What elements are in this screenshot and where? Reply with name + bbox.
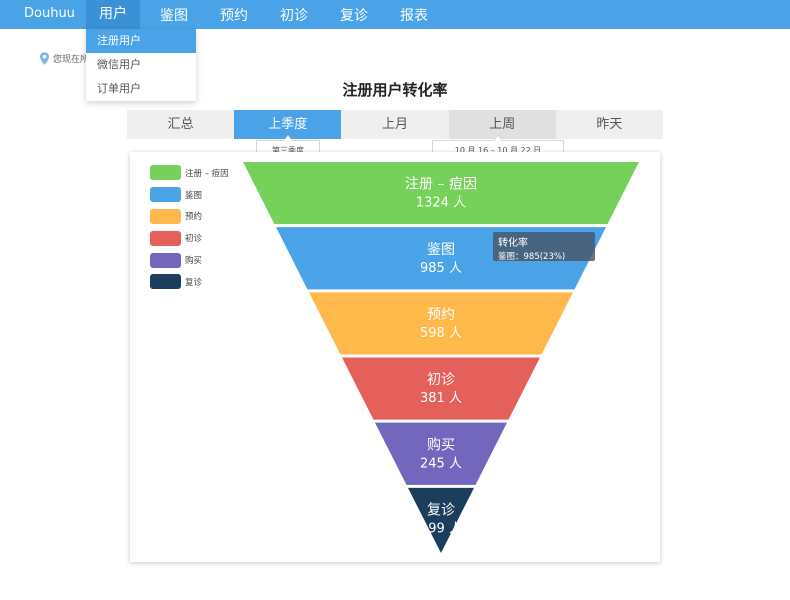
funnel-stage-value: 1324 人	[416, 196, 466, 211]
funnel-stage-value: 199 人	[420, 521, 462, 536]
funnel-stage-value: 598 人	[420, 326, 462, 341]
funnel-stage-name: 注册 – 痘因	[405, 177, 477, 193]
funnel-stage-value: 245 人	[420, 456, 462, 471]
conversion-tooltip: 转化率 鉴图：985(23%)	[493, 232, 595, 262]
funnel-stage-name: 复诊	[427, 501, 455, 518]
funnel-segment[interactable]	[309, 292, 573, 355]
funnel-segment[interactable]	[408, 487, 474, 553]
funnel-stage-name: 鉴图	[427, 242, 455, 258]
funnel-segment[interactable]	[243, 162, 639, 225]
funnel-stage-name: 预约	[427, 307, 455, 323]
funnel-stage-name: 购买	[427, 437, 455, 453]
funnel-chart: 注册 – 痘因 1324 人鉴图 985 人预约 598 人初诊 381 人购买 245 …	[243, 162, 639, 553]
tooltip-body: 鉴图：985(23%)	[498, 252, 566, 262]
funnel-stage-name: 初诊	[427, 371, 455, 388]
funnel-stage-value: 985 人	[420, 261, 462, 276]
funnel-segment[interactable]	[375, 422, 507, 485]
funnel-stage-value: 381 人	[420, 391, 462, 406]
funnel-segment[interactable]	[342, 357, 540, 420]
tooltip-title: 转化率	[498, 238, 528, 249]
